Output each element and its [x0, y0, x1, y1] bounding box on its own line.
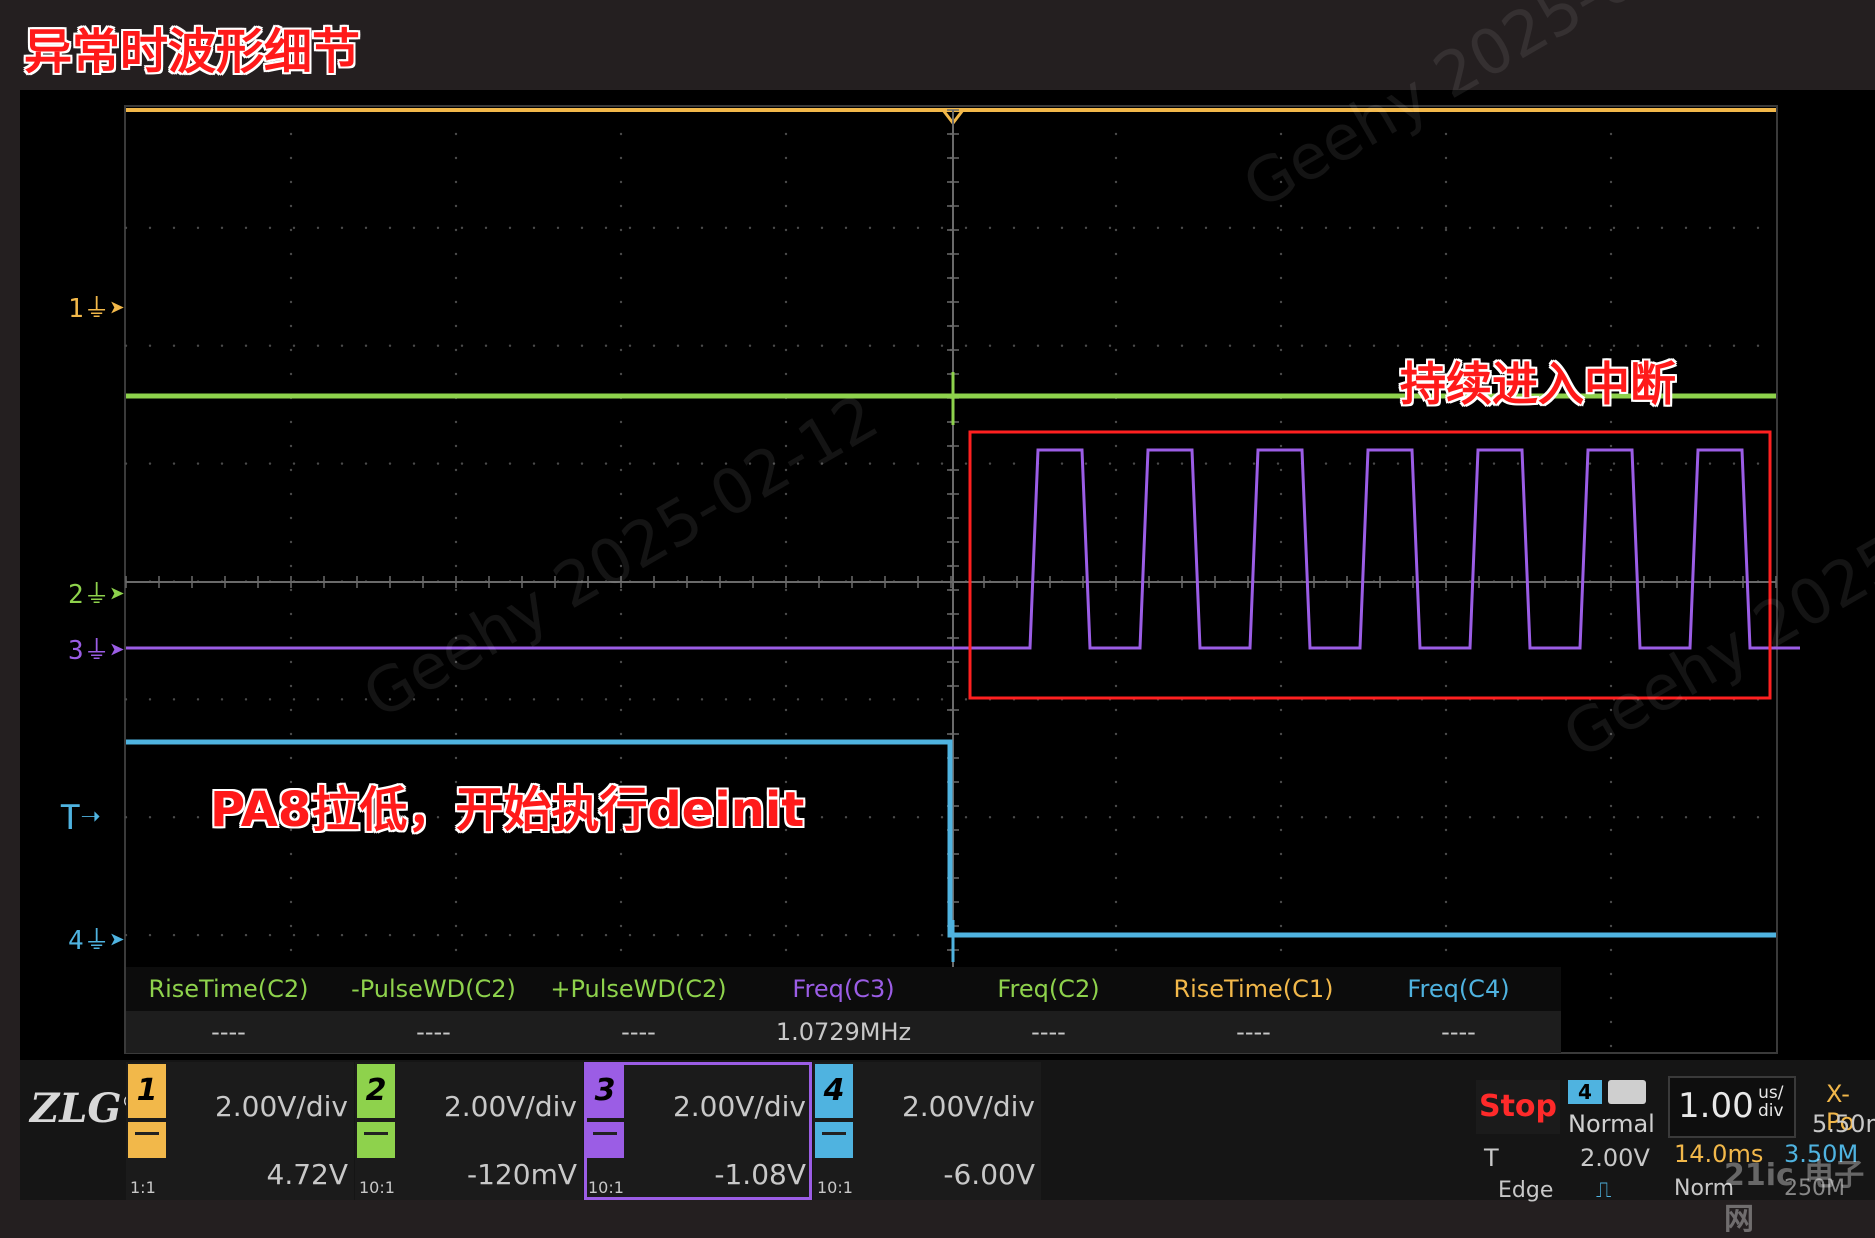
- pa8-annotation: PA8拉低，开始执行deinit: [210, 782, 805, 838]
- measurement-label[interactable]: Freq(C4): [1356, 967, 1561, 1011]
- measurement-value: ----: [621, 1018, 656, 1046]
- measurement-value: ----: [1031, 1018, 1066, 1046]
- trigger-source-badge: 4: [1568, 1080, 1602, 1104]
- ch1-marker[interactable]: 1⏚➤: [68, 288, 125, 325]
- trigger-source-panel[interactable]: 4 Normal: [1564, 1078, 1656, 1138]
- channel-number: 3: [586, 1064, 624, 1118]
- channel-offset[interactable]: -1.08V: [714, 1158, 806, 1191]
- measurement-value: ----: [1441, 1018, 1476, 1046]
- measurement-label[interactable]: RiseTime(C2): [126, 967, 331, 1011]
- ch3-marker[interactable]: 3⏚➤: [68, 630, 125, 667]
- measurement-values: ---- ---- ---- 1.0729MHz ---- ---- ----: [126, 1011, 1561, 1053]
- measurement-label[interactable]: RiseTime(C1): [1151, 967, 1356, 1011]
- probe-ratio: 10:1: [359, 1178, 395, 1197]
- trigger-label: T: [1484, 1144, 1499, 1172]
- dc-coupling-icon: [128, 1122, 166, 1158]
- probe-ratio: 10:1: [588, 1178, 624, 1197]
- measurement-value: 1.0729MHz: [775, 1018, 912, 1046]
- measurement-label[interactable]: -PulseWD(C2): [331, 967, 536, 1011]
- measurement-value: ----: [416, 1018, 451, 1046]
- volts-per-div[interactable]: 2.00V/div: [215, 1090, 348, 1123]
- measurement-value: ----: [211, 1018, 246, 1046]
- measurement-label[interactable]: Freq(C2): [946, 967, 1151, 1011]
- rising-edge-icon: ⎍: [1596, 1178, 1612, 1203]
- x-position-value: 5.50m: [1812, 1110, 1875, 1138]
- channel-4-panel[interactable]: 4 2.00V/div -6.00V 10:1: [813, 1062, 1041, 1200]
- trigger-level-marker[interactable]: T➝: [60, 798, 101, 838]
- channel-2-panel[interactable]: 2 2.00V/div -120mV 10:1: [355, 1062, 583, 1200]
- source-watermark: 21ic 电子网: [1724, 1158, 1865, 1237]
- timebase-value: 1.00: [1678, 1086, 1754, 1126]
- volts-per-div[interactable]: 2.00V/div: [444, 1090, 577, 1123]
- run-stop-button[interactable]: Stop: [1476, 1080, 1560, 1134]
- interrupt-annotation: 持续进入中断: [1400, 357, 1676, 411]
- arrow-right-icon: ➝: [80, 798, 101, 838]
- probe-ratio: 1:1: [130, 1178, 156, 1197]
- trigger-mode: Normal: [1568, 1110, 1655, 1138]
- measurement-label[interactable]: +PulseWD(C2): [536, 967, 741, 1011]
- zlg-logo: ZLG®: [30, 1085, 139, 1132]
- measurement-label[interactable]: Freq(C3): [741, 967, 946, 1011]
- measurement-labels: RiseTime(C2) -PulseWD(C2) +PulseWD(C2) Freq…: [126, 967, 1561, 1011]
- measurement-value: ----: [1236, 1018, 1271, 1046]
- timebase-panel[interactable]: 1.00 us/div: [1668, 1076, 1796, 1138]
- ground-arrow-icon: ⏚➤: [83, 294, 126, 324]
- ch4-marker[interactable]: 4⏚➤: [68, 920, 125, 957]
- probe-ratio: 10:1: [817, 1178, 853, 1197]
- dc-coupling-icon: [815, 1122, 853, 1158]
- trigger-level[interactable]: 2.00V: [1580, 1144, 1650, 1172]
- channel-offset[interactable]: -6.00V: [943, 1158, 1035, 1191]
- channel-offset[interactable]: 4.72V: [267, 1158, 349, 1191]
- ground-arrow-icon: ⏚➤: [83, 636, 126, 666]
- dc-coupling-icon: [357, 1122, 395, 1158]
- ground-arrow-icon: ⏚➤: [83, 580, 126, 610]
- volts-per-div[interactable]: 2.00V/div: [673, 1090, 806, 1123]
- ground-arrow-icon: ⏚➤: [83, 926, 126, 956]
- trigger-type[interactable]: Edge: [1498, 1178, 1553, 1203]
- channel-1-panel[interactable]: 1 2.00V/div 4.72V 1:1: [126, 1062, 354, 1200]
- channel-offset[interactable]: -120mV: [467, 1158, 577, 1191]
- channel-3-panel[interactable]: 3 2.00V/div -1.08V 10:1: [584, 1062, 812, 1200]
- volts-per-div[interactable]: 2.00V/div: [902, 1090, 1035, 1123]
- dc-coupling-icon: [586, 1122, 624, 1158]
- ch2-marker[interactable]: 2⏚➤: [68, 574, 125, 611]
- trigger-mode-icon: [1608, 1080, 1646, 1104]
- channel-number: 1: [128, 1064, 166, 1118]
- channel-number: 2: [357, 1064, 395, 1118]
- channel-number: 4: [815, 1064, 853, 1118]
- timebase-unit: us/div: [1758, 1083, 1784, 1121]
